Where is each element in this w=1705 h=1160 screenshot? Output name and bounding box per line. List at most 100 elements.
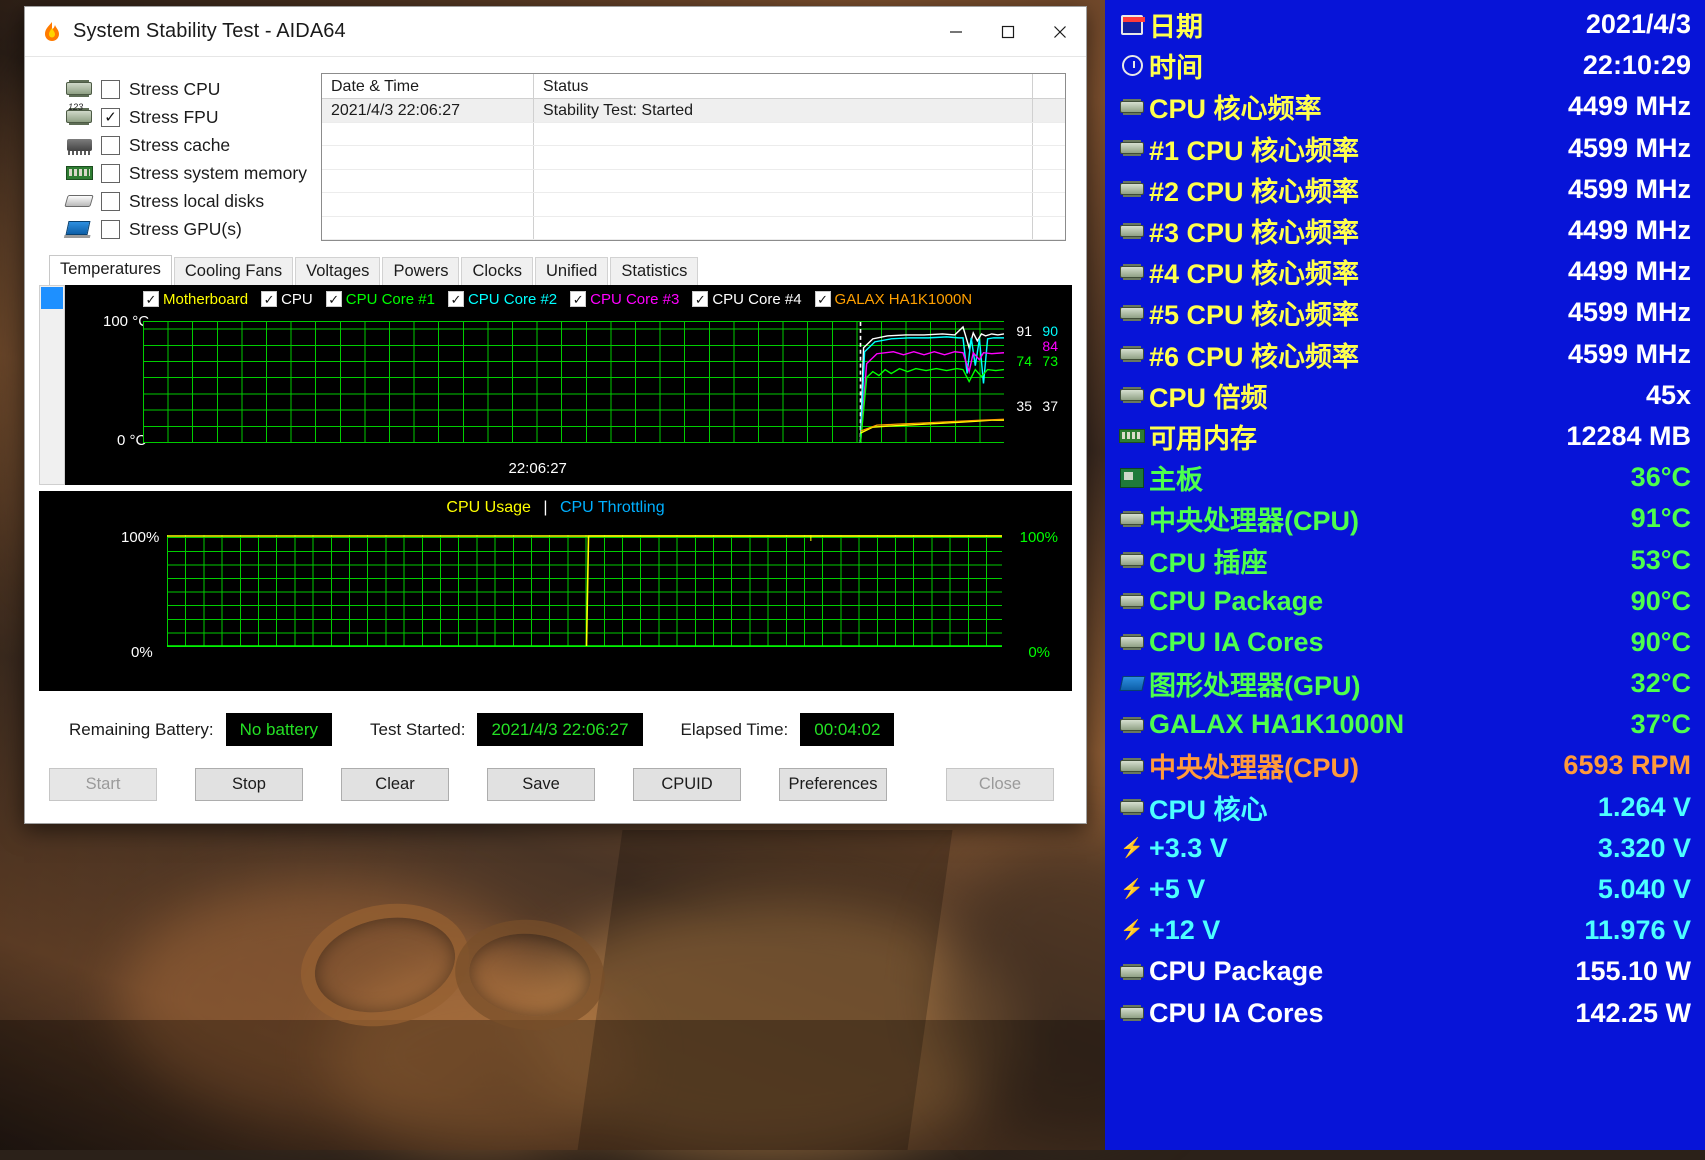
sensor-row-cpu-package-power: CPU Package 155.10 W	[1115, 951, 1691, 992]
sensor-label: 可用内存	[1149, 423, 1257, 454]
sensor-label: CPU 插座	[1149, 547, 1268, 578]
stress-disks-checkbox[interactable]	[101, 191, 120, 211]
system-stability-test-window: System Stability Test - AIDA64 Stress CP…	[24, 6, 1087, 824]
sensor-value: 4499 MHz	[1567, 215, 1691, 246]
tab-powers[interactable]: Powers	[382, 257, 460, 285]
stress-option-gpu[interactable]: Stress GPU(s)	[65, 215, 285, 243]
close-button[interactable]	[1034, 7, 1086, 56]
cpu-chip-icon	[1115, 593, 1149, 610]
legend-cpu-usage[interactable]: CPU Usage	[446, 499, 530, 516]
table-row[interactable]: 2021/4/3 22:06:27 Stability Test: Starte…	[322, 99, 1065, 123]
stress-option-cache[interactable]: Stress cache	[65, 131, 285, 159]
cpu-chip-icon	[1115, 1005, 1149, 1022]
tab-clocks[interactable]: Clocks	[461, 257, 533, 285]
cpu-chip-icon	[1115, 963, 1149, 980]
legend-item-cpu-core-2[interactable]: ✓ CPU Core #2	[447, 290, 558, 308]
tab-temperatures[interactable]: Temperatures	[49, 255, 172, 285]
sensor-row-cpu-core-voltage: CPU 核心 1.264 V	[1115, 787, 1691, 828]
sensor-label: #4 CPU 核心频率	[1149, 259, 1360, 290]
tab-statistics[interactable]: Statistics	[610, 257, 699, 285]
legend-checkbox[interactable]: ✓	[325, 291, 342, 307]
preferences-button[interactable]: Preferences	[779, 768, 887, 801]
sensor-row-galax-temp: GALAX HA1K1000N 37°C	[1115, 704, 1691, 745]
legend-item-motherboard[interactable]: ✓ Motherboard	[143, 291, 248, 308]
stress-option-cpu[interactable]: Stress CPU	[65, 75, 285, 103]
close-dialog-button[interactable]: Close	[946, 768, 1054, 801]
stress-cache-checkbox[interactable]	[101, 135, 120, 155]
tab-unified[interactable]: Unified	[534, 257, 609, 285]
sensor-label: 日期	[1149, 12, 1203, 43]
graph-vertical-scrollbar[interactable]	[39, 285, 65, 485]
legend-checkbox[interactable]: ✓	[570, 291, 587, 307]
legend-cpu-throttling[interactable]: CPU Throttling	[560, 499, 665, 516]
column-header-spacer	[1033, 74, 1065, 98]
memory-module-icon	[1115, 429, 1149, 444]
table-row-empty[interactable]	[322, 193, 1065, 217]
table-row-empty[interactable]	[322, 169, 1065, 194]
legend-checkbox[interactable]: ✓	[143, 291, 159, 307]
cpu-usage-graph[interactable]: CPU Usage | CPU Throttling 100% 0% 100% …	[39, 491, 1072, 691]
tab-cooling-fans[interactable]: Cooling Fans	[173, 257, 294, 285]
column-header-datetime[interactable]: Date & Time	[322, 74, 534, 99]
legend-separator: |	[543, 499, 548, 516]
sensor-label: #3 CPU 核心频率	[1149, 218, 1360, 249]
sensor-label: #1 CPU 核心频率	[1149, 135, 1360, 166]
temperature-graph[interactable]: ✓ Motherboard ✓ CPU ✓ CPU Core #1 ✓ CPU …	[65, 285, 1072, 485]
sensor-label: +3.3 V	[1149, 832, 1228, 863]
table-row-empty[interactable]	[322, 122, 1065, 147]
legend-item-cpu-core-4[interactable]: ✓ CPU Core #4	[692, 291, 802, 308]
stress-option-disks[interactable]: Stress local disks	[64, 187, 285, 215]
cpu-chip-icon	[1115, 98, 1149, 115]
cpuid-button[interactable]: CPUID	[633, 768, 741, 801]
scrollbar-thumb[interactable]	[41, 287, 63, 309]
legend-item-galax-ha1k1000n[interactable]: ✓ GALAX HA1K1000N	[814, 290, 973, 308]
legend-label: CPU	[281, 290, 313, 308]
temperature-plot-area	[143, 321, 1004, 443]
legend-checkbox[interactable]: ✓	[814, 291, 831, 307]
event-log-table[interactable]: Date & Time Status 2021/4/3 22:06:27 Sta…	[321, 73, 1066, 241]
stress-option-fpu[interactable]: 123 ✓ Stress FPU	[65, 102, 285, 131]
temp-value-motherboard: 35	[1016, 398, 1032, 414]
sensor-label: CPU IA Cores	[1149, 626, 1324, 657]
sensor-value: 36°C	[1630, 462, 1691, 493]
sensor-label: +5 V	[1149, 874, 1206, 905]
legend-checkbox[interactable]: ✓	[261, 291, 278, 307]
stress-option-memory[interactable]: Stress system memory	[65, 159, 307, 187]
stress-fpu-checkbox[interactable]: ✓	[101, 107, 120, 127]
stop-button[interactable]: Stop	[195, 768, 303, 801]
window-title: System Stability Test - AIDA64	[73, 20, 346, 42]
legend-label: CPU Core #2	[467, 290, 558, 308]
cpu-chip-icon	[1115, 510, 1149, 527]
clear-button[interactable]: Clear	[341, 768, 449, 801]
table-row-empty[interactable]	[322, 216, 1065, 241]
save-button[interactable]: Save	[487, 768, 595, 801]
stress-gpu-checkbox[interactable]	[101, 219, 120, 239]
maximize-button[interactable]	[982, 7, 1034, 56]
sensor-row-3v3: ⚡ +3.3 V 3.320 V	[1115, 828, 1691, 869]
stress-cpu-checkbox[interactable]	[101, 79, 120, 99]
column-header-status[interactable]: Status	[534, 74, 1033, 99]
sensor-value: 12284 MB	[1566, 420, 1691, 451]
temp-value-cpu: 91	[1016, 323, 1032, 339]
sensor-value: 4599 MHz	[1567, 173, 1691, 204]
legend-item-cpu-core-1[interactable]: ✓ CPU Core #1	[325, 291, 435, 308]
legend-label: CPU Core #3	[590, 290, 680, 308]
tab-voltages[interactable]: Voltages	[295, 257, 381, 285]
legend-checkbox[interactable]: ✓	[692, 291, 709, 307]
temp-value-core4: 73	[1042, 353, 1058, 369]
legend-label: GALAX HA1K1000N	[834, 290, 973, 308]
legend-item-cpu-core-3[interactable]: ✓ CPU Core #3	[570, 291, 679, 308]
minimize-button[interactable]	[930, 7, 982, 56]
legend-item-cpu[interactable]: ✓ CPU	[261, 291, 313, 308]
table-row-empty[interactable]	[322, 146, 1065, 170]
temp-value-core2: 90	[1042, 323, 1058, 339]
stress-memory-checkbox[interactable]	[101, 163, 120, 183]
legend-checkbox[interactable]: ✓	[447, 291, 464, 307]
sensor-label: CPU 核心频率	[1149, 94, 1322, 125]
sensor-row-cpu-clock: CPU 核心频率 4499 MHz	[1115, 86, 1691, 127]
window-titlebar: System Stability Test - AIDA64	[25, 7, 1086, 57]
sensor-value: 53°C	[1630, 544, 1691, 575]
start-button[interactable]: Start	[49, 768, 157, 801]
gpu-card-icon	[65, 218, 95, 240]
usage-plot-area	[167, 535, 1002, 647]
